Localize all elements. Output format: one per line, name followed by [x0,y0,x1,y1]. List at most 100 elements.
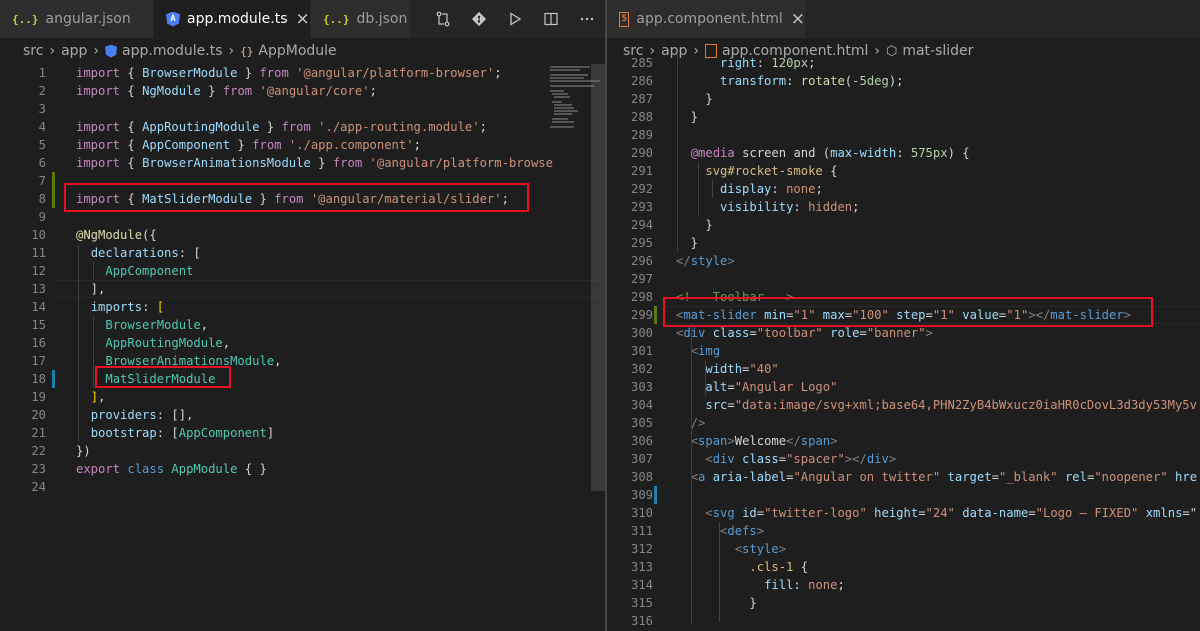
code-line[interactable]: 14 imports: [ [0,298,605,316]
code-line[interactable]: 6 import { BrowserAnimationsModule } from… [0,154,605,172]
close-icon[interactable]: × [296,9,310,29]
code-line[interactable]: 288 } [607,108,1200,126]
code-editor[interactable]: 285 right: 120px; 286 transform: rotate(-… [607,54,1200,631]
code-text: } [676,90,712,108]
code-line[interactable]: 308 <a aria-label="Angular on twitter" t… [607,468,1200,486]
code-line[interactable]: 306 <span>Welcome</span> [607,432,1200,450]
code-line[interactable]: 302 width="40" [607,360,1200,378]
code-line[interactable]: 293 visibility: hidden; [607,198,1200,216]
breadcrumb-item[interactable]: app.module.ts [122,43,223,59]
code-editor[interactable]: 1 import { BrowserModule } from '@angular… [0,64,605,631]
code-token: style [742,542,779,556]
code-line[interactable]: 19 ], [0,388,605,406]
code-line[interactable]: 2 import { NgModule } from '@angular/core… [0,82,605,100]
code-line[interactable]: 290 @media screen and (max-width: 575px)… [607,144,1200,162]
code-line[interactable]: 21 bootstrap: [AppComponent] [0,424,605,442]
git-change-marker[interactable] [654,306,657,324]
chevron-right-icon: › [93,43,100,59]
breadcrumb-item[interactable]: src [23,43,43,59]
git-icon[interactable] [461,0,497,38]
code-line[interactable]: 304 src="data:image/svg+xml;base64,PHN2Z… [607,396,1200,414]
vertical-scrollbar[interactable] [591,64,605,631]
code-line[interactable]: 301 <img [607,342,1200,360]
code-token: : [793,200,809,214]
indent-guide [712,180,713,198]
code-line[interactable]: 287 } [607,90,1200,108]
line-number: 289 [630,128,653,142]
code-line[interactable]: 18 MatSliderModule [0,370,605,388]
code-line[interactable]: 12 AppComponent [0,262,605,280]
tab-angular-json[interactable]: {..} angular.json [0,0,153,38]
code-line[interactable]: 22}) [0,442,605,460]
code-line[interactable]: 315 } [607,594,1200,612]
code-line[interactable]: 316 [607,612,1200,630]
code-text: <svg id="twitter-logo" height="24" data-… [676,504,1197,522]
code-line[interactable]: 17 BrowserAnimationsModule, [0,352,605,370]
code-line[interactable]: 11 declarations: [ [0,244,605,262]
code-line[interactable]: 286 transform: rotate(-5deg); [607,72,1200,90]
editor-actions [425,0,605,38]
line-number: 313 [630,560,653,574]
code-token: , [274,354,282,368]
code-line[interactable]: 292 display: none; [607,180,1200,198]
code-token: class [712,326,750,340]
code-line[interactable]: 20 providers: [], [0,406,605,424]
code-line[interactable]: 311 <defs> [607,522,1200,540]
code-line[interactable]: 312 <style> [607,540,1200,558]
git-change-marker[interactable] [52,190,55,208]
code-line[interactable]: 307 <div class="spacer"></div> [607,450,1200,468]
code-line[interactable]: 24 [0,478,605,496]
line-number: 305 [630,416,653,430]
git-change-marker[interactable] [52,370,55,388]
code-line[interactable]: 295 } [607,234,1200,252]
split-editor-icon[interactable] [533,0,569,38]
scrollbar-thumb[interactable] [591,64,605,491]
code-text: import { BrowserModule } from '@angular/… [76,64,502,82]
code-token: { [127,84,143,98]
line-number: 19 [31,390,46,404]
code-line[interactable]: 314 fill: none; [607,576,1200,594]
code-token: < [734,542,743,556]
code-line[interactable]: 5 import { AppComponent } from './app.com… [0,136,605,154]
breadcrumb-item[interactable]: AppModule [258,43,336,59]
code-line[interactable]: 13 ], [0,280,605,298]
code-line[interactable]: 309 [607,486,1200,504]
code-line[interactable]: 296 </style> [607,252,1200,270]
code-token: declarations [90,246,179,260]
git-change-marker[interactable] [654,486,657,504]
code-line[interactable]: 23 export class AppModule { } [0,460,605,478]
run-icon[interactable] [497,0,533,38]
code-token: from [281,120,319,134]
code-line[interactable]: 4 import { AppRoutingModule } from './app… [0,118,605,136]
code-line[interactable]: 305 /> [607,414,1200,432]
tab-app-module-ts[interactable]: A app.module.ts × [154,0,310,38]
compare-changes-icon[interactable] [425,0,461,38]
code-token: data-name [962,506,1029,520]
code-line[interactable]: 294 } [607,216,1200,234]
code-line[interactable]: 1 import { BrowserModule } from '@angular… [0,64,605,82]
breadcrumb-item[interactable]: app [61,43,87,59]
more-actions-icon[interactable] [569,0,605,38]
code-line[interactable]: 3 [0,100,605,118]
code-line[interactable]: 291 svg#rocket-smoke { [607,162,1200,180]
close-icon[interactable]: × [791,9,805,29]
code-line[interactable]: 10 @NgModule({ [0,226,605,244]
code-line[interactable]: 303 alt="Angular Logo" [607,378,1200,396]
tab-db-json[interactable]: {..} db.json [311,0,410,38]
line-number: 315 [630,596,653,610]
code-line[interactable]: 297 [607,270,1200,288]
code-line[interactable]: 289 [607,126,1200,144]
code-line[interactable]: 313 .cls-1 { [607,558,1200,576]
tab-app-component-html[interactable]: 5 app.component.html × [607,0,805,38]
code-text: bootstrap: [AppComponent] [76,424,274,442]
code-line[interactable]: 310 <svg id="twitter-logo" height="24" d… [607,504,1200,522]
code-token: display [720,182,772,196]
code-line[interactable]: 16 AppRoutingModule, [0,334,605,352]
code-token: : [771,182,787,196]
code-line[interactable]: 15 BrowserModule, [0,316,605,334]
code-line[interactable]: 285 right: 120px; [607,54,1200,72]
git-change-marker[interactable] [52,172,55,190]
code-token: { [127,66,143,80]
code-text: declarations: [ [76,244,201,262]
code-token: src [705,398,728,412]
